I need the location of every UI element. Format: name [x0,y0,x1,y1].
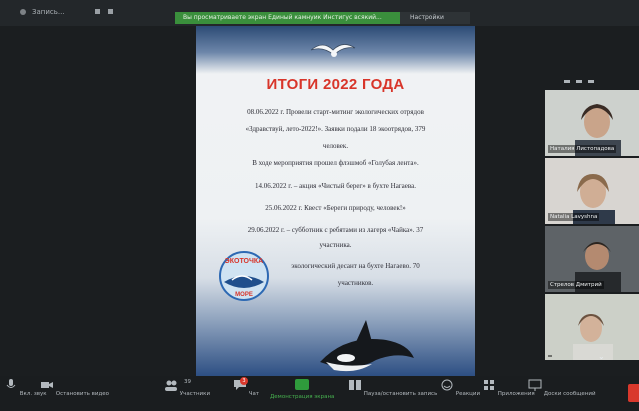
orca-icon [320,320,414,372]
participant-tile[interactable]: Natalia Lavyshna [545,158,639,224]
slide-title: ИТОГИ 2022 ГОДА [266,76,405,93]
eco-logo-icon: ЭКОТОЧКА МОРЕ [219,251,269,301]
participant-name: Стрелов Дмитрий [548,281,604,289]
shared-screen-slide: ИТОГИ 2022 ГОДА 08.06.2022 г. Провели ст… [196,26,475,376]
logo-text-bottom: МОРЕ [235,292,253,298]
slide-line: 25.06.2022 г. Квест «Береги природу, чел… [265,204,406,212]
reactions-label: Реакции [455,391,481,397]
share-screen-button[interactable]: Демонстрация экрана [270,379,334,400]
slide-line: участника. [319,241,352,249]
share-screen-icon [295,379,310,390]
recording-indicator[interactable]: Запись... [20,8,65,16]
slide-line: 29.06.2022 г. – субботник с ребятами из … [247,226,424,234]
record-dot-icon [20,9,26,15]
whiteboard-icon [528,379,542,391]
participant-name: Наталия Листопадова [548,145,617,153]
slide-line: «Здравствуй, лето-2022!». Заявки подали … [245,125,426,133]
reactions-button[interactable]: Реакции [440,379,480,397]
minimize-icon[interactable] [564,80,570,83]
participant-name: Natalia Lavyshna [548,213,600,221]
chat-label: Чат [248,391,260,397]
logo-text-top: ЭКОТОЧКА [225,258,264,265]
view-options-button[interactable]: Настройки просмотра [400,12,470,33]
recording-label: Запись... [32,8,65,16]
slide-line: 08.06.2022 г. Провели старт-митинг эколо… [247,108,424,116]
top-bar: Запись... Вы просматриваете экран Единый… [0,0,639,33]
participants-icon [165,380,177,391]
video-button[interactable]: Остановить видео [40,379,109,397]
participants-count: 39 [184,379,191,385]
chat-button[interactable]: 3 Чат [233,377,260,397]
record-button[interactable]: Пауза/остановить запись [348,379,437,397]
recording-controls [95,9,113,14]
screen-share-banner: Вы просматриваете экран Единый камнуик И… [175,12,400,24]
whiteboards-button[interactable]: Доски сообщений [528,379,596,397]
participants-label: Участники [179,391,211,397]
apps-icon [484,380,494,390]
chat-badge: 3 [240,377,248,385]
pause-stop-icon [349,380,361,390]
participant-name [548,355,552,357]
chevron-down-icon[interactable]: ⌄ [598,352,605,361]
video-label: Остановить видео [55,391,110,397]
end-meeting-button[interactable] [628,384,639,402]
slide-line: В ходе мероприятия прошел флэшмоб «Голуб… [252,159,419,167]
pause-record-icon[interactable] [95,9,100,14]
microphone-icon [6,379,16,388]
participant-tile[interactable]: Наталия Листопадова [545,90,639,156]
video-camera-icon [41,382,53,388]
seagull-icon [310,44,356,57]
slide-line: 14.06.2022 г. – акция «Чистый берег» в б… [255,182,416,190]
layout-icon[interactable] [576,80,582,83]
participant-tile[interactable] [545,294,639,360]
meeting-toolbar: Вкл. звук Остановить видео Участники 39 … [0,376,639,411]
participants-button[interactable]: Участники 39 [164,379,210,397]
stop-record-icon[interactable] [108,9,113,14]
participant-tile[interactable]: Стрелов Дмитрий [545,226,639,292]
smile-icon [441,379,453,391]
apps-button[interactable]: Приложения [482,379,535,397]
grid-icon[interactable] [588,80,594,83]
share-label: Демонстрация экрана [270,394,335,400]
record-label: Пауза/остановить запись [363,391,438,397]
participant-video [545,294,639,360]
slide-line: человек. [322,142,349,150]
whiteboards-label: Доски сообщений [543,391,596,397]
gallery-view-controls [564,80,594,83]
